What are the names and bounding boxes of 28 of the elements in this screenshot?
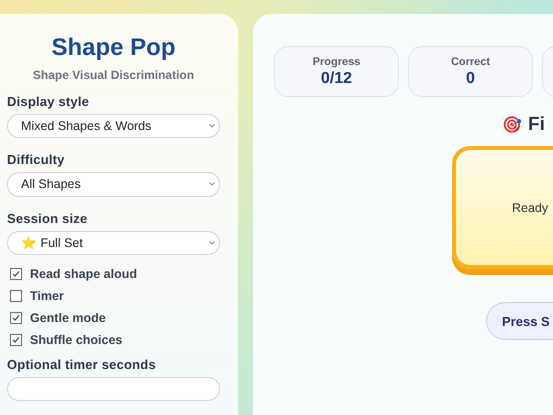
checkbox[interactable] (10, 312, 22, 324)
option-label: Shuffle choices (30, 332, 122, 347)
caret-icon (209, 182, 215, 186)
dropdown[interactable]: Mixed Shapes & Words (7, 114, 220, 138)
start-button[interactable]: Press S (486, 302, 553, 340)
checkbox[interactable] (10, 334, 22, 346)
app-subtitle: Shape Visual Discrimination (32, 68, 196, 82)
stat-label: Correct (450, 56, 490, 68)
field-label: Difficulty (7, 152, 66, 168)
caret-icon (209, 240, 215, 245)
field-label: Optional timer seconds (7, 356, 157, 372)
stat-value: 0 (466, 70, 475, 88)
stat-label: Progress (312, 56, 360, 68)
option-label: Gentle mode (30, 310, 106, 325)
caret-icon (209, 124, 215, 128)
field-label: Display style (7, 94, 90, 109)
checkbox[interactable] (10, 290, 22, 302)
option-label: Read shape aloud (30, 266, 137, 281)
stat-value: 0/12 (320, 70, 352, 88)
checkbox[interactable] (10, 268, 22, 280)
prompt-title: Fi (528, 114, 545, 136)
target-icon: 🎯 (502, 115, 522, 135)
option-label: Timer (30, 288, 64, 303)
app-title: Shape Pop (50, 34, 177, 62)
dropdown[interactable]: All Shapes (7, 172, 220, 196)
field-label: Session size (7, 210, 88, 226)
dropdown[interactable]: ⭐ Full Set (7, 230, 220, 255)
card-text: Ready (512, 200, 548, 214)
